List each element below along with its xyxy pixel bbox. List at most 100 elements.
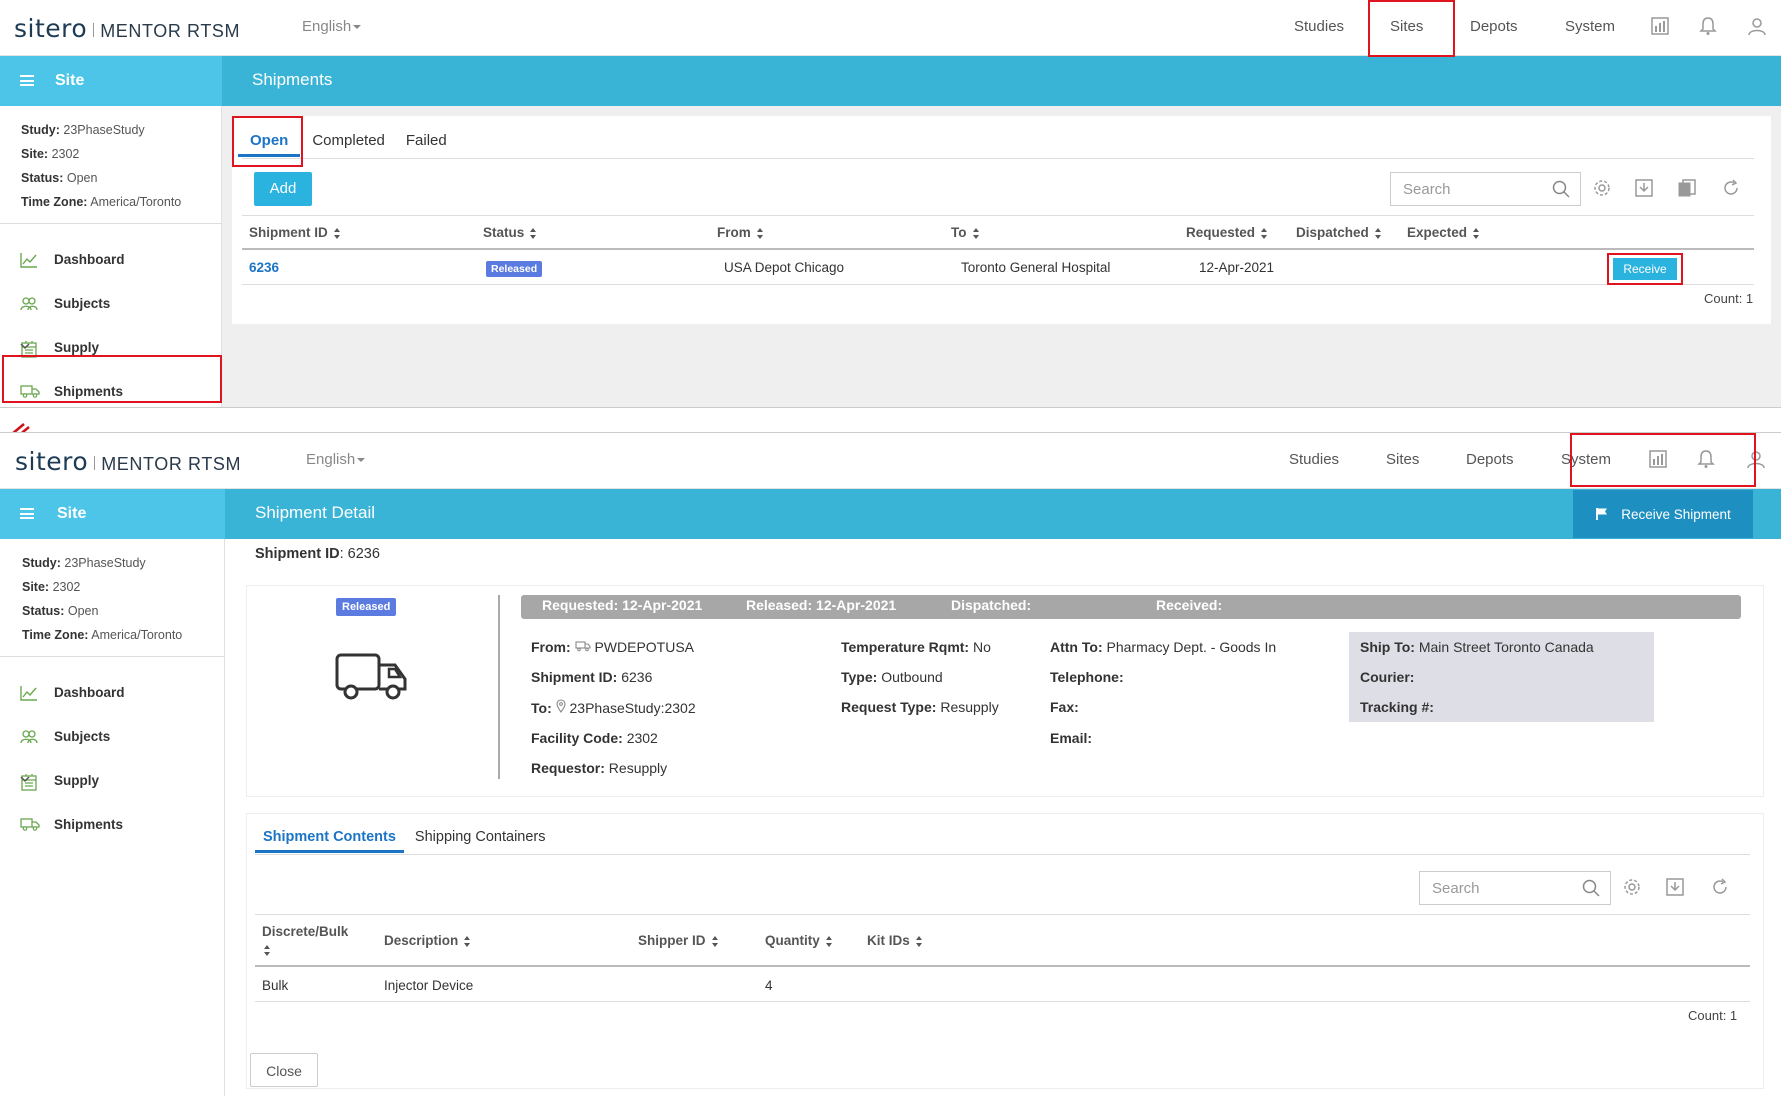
fax-field: Fax: [1050,699,1079,715]
language-selector[interactable]: English [306,451,366,468]
col-shipper-id[interactable]: Shipper ID [638,933,719,948]
column-label: From [717,225,751,240]
to-field: To: 23PhaseStudy:2302 [531,699,696,716]
tab-completed[interactable]: Completed [300,125,397,157]
sort-icon[interactable] [264,944,271,956]
type-cell: Bulk [262,978,289,993]
nav-studies[interactable]: Studies [1294,18,1344,35]
tab-shipment-contents[interactable]: Shipment Contents [255,821,404,853]
row-count: Count: 1 [1704,291,1754,306]
sidebar-item-supply[interactable]: Supply [0,759,224,803]
bell-icon[interactable] [1698,16,1718,36]
status-badge: Released [336,598,397,616]
language-label: English [306,451,356,468]
logo-brand: sitero [14,14,88,43]
search-icon[interactable] [1582,879,1600,897]
user-icon[interactable] [1747,16,1767,36]
add-button[interactable]: Add [254,172,312,206]
search-placeholder: Search [1432,880,1480,897]
tab-failed[interactable]: Failed [397,125,459,157]
shipment-id-link[interactable]: 6236 [249,260,279,275]
sort-icon[interactable] [464,935,471,947]
sidebar-item-shipments[interactable]: Shipments [0,803,224,847]
sort-icon[interactable] [756,227,764,239]
field-value: Resupply [940,699,999,715]
col-kit-ids[interactable]: Kit IDs [867,933,923,948]
site-label: Site: [21,147,49,161]
field-value: 23PhaseStudy:2302 [569,700,696,716]
top-nav: sitero MENTOR RTSM English Studies Sites… [0,0,1781,56]
shipment-id-label: Shipment ID [255,546,340,562]
users-icon [20,730,38,744]
col-description[interactable]: Description [384,933,471,948]
nav-studies[interactable]: Studies [1289,451,1339,468]
download-icon[interactable] [1665,877,1685,897]
field-value: Outbound [881,669,943,685]
col-requested[interactable]: Requested [1186,225,1268,240]
table-header-border [255,965,1750,967]
refresh-icon[interactable] [1721,178,1741,198]
close-button[interactable]: Close [250,1053,318,1087]
col-status[interactable]: Status [483,225,537,240]
search-input[interactable]: Search [1419,871,1611,905]
header-bar: Site Shipment Detail Receive Shipment [0,489,1781,539]
field-label: Ship To: [1360,639,1415,655]
tab-shipping-containers[interactable]: Shipping Containers [404,821,557,853]
sidebar-item-dashboard[interactable]: Dashboard [0,671,224,715]
receive-shipment-button[interactable]: Receive Shipment [1573,490,1753,538]
col-quantity[interactable]: Quantity [765,933,833,948]
receive-shipment-label: Receive Shipment [1621,506,1731,522]
nav-depots[interactable]: Depots [1470,18,1518,35]
sort-icon[interactable] [333,227,341,239]
search-icon[interactable] [1552,180,1570,198]
col-discrete-bulk[interactable]: Discrete/Bulk [262,923,362,959]
status-cell: Released [486,260,543,277]
sort-icon[interactable] [1261,227,1268,239]
menu-icon[interactable] [20,75,34,86]
chevron-down-icon[interactable] [20,342,30,350]
from-cell: USA Depot Chicago [724,260,845,275]
col-shipment-id[interactable]: Shipment ID [249,225,341,240]
status-label: Status: [21,171,64,185]
gear-icon[interactable] [1592,178,1612,198]
chart-line-icon [20,686,37,701]
nav-system[interactable]: System [1565,18,1615,35]
logo: sitero MENTOR RTSM [14,14,240,43]
chevron-down-icon[interactable] [20,775,30,783]
sort-icon[interactable] [530,227,537,239]
col-dispatched[interactable]: Dispatched [1296,225,1382,240]
field-value: 6236 [621,669,653,685]
site-label: Site: [22,580,50,594]
sort-icon[interactable] [915,935,923,947]
col-to[interactable]: To [951,225,980,240]
sort-icon[interactable] [825,935,833,947]
sidebar-item-dashboard[interactable]: Dashboard [0,238,221,282]
language-selector[interactable]: English [302,18,362,35]
email-field: Email: [1050,730,1092,746]
sidebar-item-subjects[interactable]: Subjects [0,715,224,759]
sort-icon[interactable] [1473,227,1480,239]
nav-sites[interactable]: Sites [1386,451,1419,468]
sort-icon[interactable] [1374,227,1382,239]
logo-product: MENTOR RTSM [100,21,241,41]
sort-icon[interactable] [711,935,719,947]
sort-icon[interactable] [972,227,980,239]
col-expected[interactable]: Expected [1407,225,1480,240]
download-icon[interactable] [1634,178,1654,198]
timezone-label: Time Zone: [21,195,88,209]
sidebar-item-subjects[interactable]: Subjects [0,282,221,326]
menu-icon[interactable] [20,508,34,519]
search-input[interactable]: Search [1390,172,1581,206]
sidebar: Study: 23PhaseStudy Site: 2302 Status: O… [0,539,225,1096]
gear-icon[interactable] [1622,877,1642,897]
column-label: Kit IDs [867,933,910,948]
col-from[interactable]: From [717,225,764,240]
nav-depots[interactable]: Depots [1466,451,1514,468]
report-icon[interactable] [1650,16,1670,36]
refresh-icon[interactable] [1710,877,1730,897]
column-label: Status [483,225,525,240]
description-cell: Injector Device [384,978,474,993]
chevron-down-icon [357,458,366,463]
copy-icon[interactable] [1677,178,1697,198]
requestor-field: Requestor: Resupply [531,760,667,776]
